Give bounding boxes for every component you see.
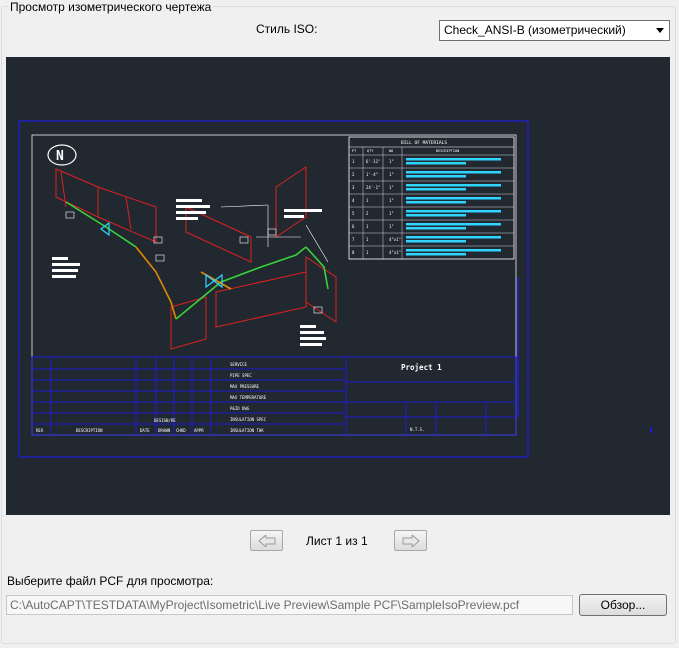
browse-button[interactable]: Обзор...	[579, 594, 667, 616]
iso-style-selected: Check_ANSI-B (изометрический)	[444, 23, 626, 37]
pcf-file-label: Выберите файл PCF для просмотра:	[7, 574, 214, 588]
bom-cell-pt: 2	[352, 172, 355, 177]
field-max-pressure: MAX PRESSURE	[230, 384, 259, 389]
field-pid-dwg: P&ID DWG	[230, 406, 250, 411]
bom-cell-qty: 1	[366, 198, 369, 203]
designed-label: DESIGN/RE	[154, 418, 176, 423]
bom-description-line	[406, 249, 501, 252]
iso-style-label: Стиль ISO:	[256, 22, 318, 36]
bom-description-line	[406, 158, 501, 161]
bom-cell-qty: 1'-4"	[366, 172, 378, 177]
north-arrow-icon: N	[47, 144, 77, 166]
drawing-preview[interactable]: N BILL OF MATERIALS PT QTY ND DESCRIPTIO…	[6, 57, 670, 515]
bom-cell-pt: 5	[352, 211, 355, 216]
bom-cell-nd: 1"	[389, 172, 394, 177]
bom-cell-pt: 6	[352, 224, 355, 229]
bom-cell-nd: 1"	[389, 211, 394, 216]
bom-description-line	[406, 236, 501, 239]
drawing-annotations	[52, 199, 326, 346]
arrow-right-icon	[402, 534, 420, 547]
bom-description-line	[406, 210, 501, 213]
bom-cell-qty: 24'-1"	[366, 185, 380, 190]
bom-cell-pt: 4	[352, 198, 355, 203]
project-title: Project 1	[401, 363, 442, 372]
bom-cell-qty: 1	[366, 224, 369, 229]
bom-cell-qty: 1	[366, 237, 369, 242]
page-indicator: Лист 1 из 1	[306, 534, 368, 548]
chevron-down-icon[interactable]	[656, 28, 664, 33]
bom-cell-nd: 1"	[389, 198, 394, 203]
bom-description-line	[406, 197, 501, 200]
bom-header-nd: ND	[389, 149, 393, 153]
bom-description-line	[406, 171, 501, 174]
field-pipe-spec: PIPE SPEC	[230, 373, 252, 378]
prev-page-button[interactable]	[250, 530, 283, 551]
rev-label-appr: APPR	[194, 428, 204, 433]
bom-cell-qty: 6'-11"	[366, 159, 380, 164]
rev-label-rev: REV	[36, 428, 44, 433]
rev-label-drawn: DRAWN	[158, 428, 171, 433]
bom-description-line	[406, 188, 466, 191]
bom-cell-pt: 7	[352, 237, 355, 242]
scale-value: N.T.S.	[410, 427, 424, 432]
bom-description-line	[406, 223, 501, 226]
groupbox-title: Просмотр изометрического чертежа	[8, 0, 214, 14]
bom-description-line	[406, 253, 466, 256]
bom-description-line	[406, 214, 466, 217]
title-block	[31, 356, 517, 436]
bom-header-description: DESCRIPTION	[436, 149, 459, 153]
bom-description-line	[406, 240, 466, 243]
field-insulation-thk: INSULATION THK	[230, 428, 264, 433]
bom-cell-nd: 4"x1"	[389, 237, 401, 242]
bom-cell-qty: 2	[366, 211, 369, 216]
bom-description-line	[406, 175, 466, 178]
title-block-labels: SERVICE PIPE SPEC MAX PRESSURE MAX TEMPE…	[36, 362, 442, 433]
field-service: SERVICE	[230, 362, 247, 367]
iso-drawing: N BILL OF MATERIALS PT QTY ND DESCRIPTIO…	[18, 120, 652, 458]
bom-cell-pt: 8	[352, 250, 355, 255]
iso-style-dropdown[interactable]: Check_ANSI-B (изометрический)	[439, 20, 670, 41]
rev-label-chkd: CHKD	[176, 428, 186, 433]
dimension-lines	[55, 166, 337, 350]
bom-description-line	[406, 227, 466, 230]
pcf-path-field[interactable]: C:\AutoCAPT\TESTDATA\MyProject\Isometric…	[6, 595, 573, 615]
bom-title: BILL OF MATERIALS	[401, 140, 447, 146]
bom-description-line	[406, 162, 466, 165]
drawing-frame	[31, 134, 517, 436]
arrow-left-icon	[257, 534, 275, 547]
bom-cell-nd: 4"x1"	[389, 250, 401, 255]
bom-cell-qty: 1	[366, 250, 369, 255]
bom-cell-pt: 3	[352, 185, 355, 190]
bom-header-qty: QTY	[367, 149, 374, 153]
rev-label-date: DATE	[140, 428, 150, 433]
bom-cell-nd: 1"	[389, 159, 394, 164]
bom-description-line	[406, 201, 466, 204]
bom-cell-nd: 1"	[389, 224, 394, 229]
bom-header-pt: PT	[352, 149, 357, 153]
bom-cell-pt: 1	[352, 159, 355, 164]
rev-label-description: DESCRIPTION	[76, 428, 103, 433]
bill-of-materials: BILL OF MATERIALS PT QTY ND DESCRIPTION …	[348, 136, 515, 260]
field-insulation-spec: INSULATION SPEC	[230, 417, 267, 422]
bom-cell-nd: 1"	[389, 185, 394, 190]
field-max-temperature: MAX TEMPERATURE	[230, 395, 267, 400]
north-mark: N	[56, 149, 64, 164]
next-page-button[interactable]	[394, 530, 427, 551]
bom-description-line	[406, 184, 501, 187]
